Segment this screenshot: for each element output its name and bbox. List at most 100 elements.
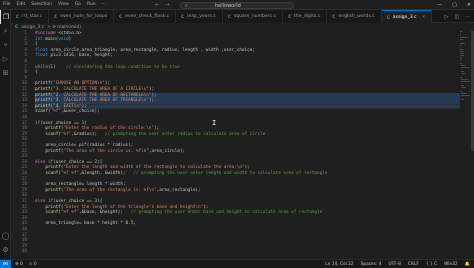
- tab-square-numbers[interactable]: Csquare_numbers.c: [222, 10, 284, 23]
- menu-item-go[interactable]: Go: [75, 1, 81, 9]
- title-bar: File Edit Selection View Go Run ··· ← → …: [0, 0, 474, 10]
- code-line[interactable]: scanf("%f %f",&length, &width); // promp…: [35, 171, 327, 177]
- minimap-line: [460, 43, 466, 44]
- minimap-line: [460, 63, 462, 64]
- run-debug-icon[interactable]: ▷: [0, 52, 11, 66]
- more-actions-icon[interactable]: ···: [465, 14, 470, 20]
- line-number-gutter: 1 2 3 4 5 6 7 8 9 10 11 12 13 14 15 16 17 18 19 20 21 22 23 24 2…: [11, 31, 27, 259]
- menu-item-file[interactable]: File: [3, 1, 11, 9]
- tab-label: the_digits.c: [294, 14, 321, 19]
- minimap-line: [460, 77, 463, 78]
- minimap-line: [461, 73, 466, 74]
- menu-item-view[interactable]: View: [58, 1, 69, 9]
- tab-label: even_num_for_loops: [60, 14, 108, 19]
- errors-count[interactable]: ⊗ 0: [15, 262, 23, 267]
- minimap-line: [460, 55, 465, 56]
- tab-label: english_words.c: [338, 14, 375, 19]
- menu-item-edit[interactable]: Edit: [17, 1, 26, 9]
- code-line[interactable]: scanf("%f",&radius); // prompting the us…: [35, 132, 265, 138]
- minimap-line: [460, 37, 468, 38]
- nav-arrows: ← →: [155, 1, 169, 9]
- minimap-line: [461, 79, 469, 80]
- tab-english-words[interactable]: Cenglish_words.c: [327, 10, 382, 23]
- code-line[interactable]: printf("The area of the rectangle is: %f…: [35, 188, 200, 194]
- menu-item-selection[interactable]: Selection: [31, 1, 52, 9]
- close-tab-icon[interactable]: ✕: [422, 15, 426, 20]
- menu-item-more[interactable]: ···: [102, 1, 106, 9]
- code-line[interactable]: float pi=3.1416, base, height;: [35, 53, 113, 59]
- explorer-icon[interactable]: ❐: [0, 10, 11, 24]
- language-mode[interactable]: { } C: [426, 262, 437, 267]
- settings-gear-icon[interactable]: ⚙: [0, 243, 11, 257]
- minimap-line: [460, 49, 463, 50]
- minimap-line: [460, 91, 463, 92]
- search-icon: ⌕: [185, 2, 188, 9]
- code-line[interactable]: scanf("%f %f",&base, &height); // prompt…: [35, 210, 322, 216]
- breadcrumb-symbol[interactable]: > ⊘ main(void): [47, 25, 81, 30]
- account-icon[interactable]: ◯: [0, 229, 11, 243]
- breadcrumb-file[interactable]: assign_3.c: [21, 25, 44, 30]
- tab-toolbar: ▷ ◫ ···: [445, 10, 470, 23]
- minimap-line: [461, 95, 470, 96]
- minimap-line: [460, 59, 463, 60]
- command-center-search[interactable]: ⌕ helloworld: [180, 1, 294, 9]
- code-line[interactable]: printf("The area of the circle is: %f\n"…: [35, 149, 185, 155]
- window-controls: — ▢ ✕: [437, 1, 471, 9]
- c-file-icon: C: [227, 14, 231, 19]
- tab-label: leap_years.c: [187, 14, 216, 19]
- minimap-line: [461, 71, 465, 72]
- code-line[interactable]: scanf("%f",&user_choice);: [35, 109, 100, 115]
- c-file-icon: C: [386, 14, 390, 20]
- warnings-count[interactable]: ⚠ 0: [29, 262, 37, 267]
- forward-arrow-icon[interactable]: →: [165, 1, 169, 9]
- search-view-icon[interactable]: ⌕: [0, 24, 11, 38]
- code-line[interactable]: int main(void): [35, 37, 71, 43]
- minimap[interactable]: [460, 31, 470, 259]
- code-line[interactable]: while(1) // considering the loop conditi…: [35, 65, 180, 71]
- notifications-bell-icon[interactable]: 🔔: [465, 262, 470, 267]
- minimap-line: [461, 67, 469, 68]
- indentation[interactable]: Spaces: 4: [361, 262, 382, 267]
- c-file-icon: C: [288, 14, 291, 19]
- maximize-button[interactable]: ▢: [452, 1, 457, 9]
- minimap-line: [460, 33, 462, 34]
- platform[interactable]: Win32: [444, 262, 458, 267]
- menu-item-run[interactable]: Run: [87, 1, 96, 9]
- close-button[interactable]: ✕: [467, 1, 471, 9]
- tab-assign-3[interactable]: Cassign_3.c ✕: [381, 10, 433, 23]
- minimap-line: [460, 51, 465, 52]
- tab-even-check-flask[interactable]: Ceven_check_flask.c: [114, 10, 177, 23]
- line-number: 40: [21, 249, 27, 255]
- breadcrumb-lang[interactable]: C: [15, 25, 18, 30]
- source-control-icon[interactable]: ⑂: [0, 38, 11, 52]
- code-line[interactable]: {: [35, 70, 38, 76]
- tab-label: assign_3.c: [392, 14, 417, 20]
- minimap-line: [461, 93, 467, 94]
- c-file-icon: C: [332, 14, 336, 19]
- tab-label: rrt_star.c: [21, 14, 43, 19]
- c-file-icon: C: [181, 14, 185, 19]
- code-editor[interactable]: 1 2 3 4 5 6 7 8 9 10 11 12 13 14 15 16 17 18 19 20 21 22 23 24 2…: [11, 31, 474, 259]
- status-bar: ⋈ ⊗ 0 ⚠ 0 Ln 14, Col 22 Spaces: 4 UTF-8 …: [0, 259, 474, 268]
- encoding[interactable]: UTF-8: [389, 262, 402, 267]
- remote-indicator-icon[interactable]: ⋈: [0, 259, 11, 268]
- minimap-line: [460, 53, 465, 54]
- tab-even-num-for-loops[interactable]: Ceven_num_for_loops: [49, 10, 115, 23]
- mouse-cursor-icon: I: [212, 119, 217, 127]
- minimap-line: [461, 99, 465, 100]
- tab-leap-years[interactable]: Cleap_years.c: [176, 10, 223, 23]
- line-ending[interactable]: CRLF: [408, 262, 419, 267]
- run-code-icon[interactable]: ▷: [445, 14, 449, 20]
- extensions-icon[interactable]: ⊞: [0, 66, 11, 80]
- split-editor-icon[interactable]: ◫: [454, 14, 459, 20]
- code-line[interactable]: area_triangle= base * height * 0.5;: [35, 221, 136, 227]
- code-area[interactable]: #include <stdio.h> int main(void){float a…: [35, 31, 460, 259]
- tab-label: even_check_flask.c: [125, 14, 170, 19]
- tab-rrt-star[interactable]: Crrt_star.c: [11, 10, 50, 23]
- back-arrow-icon[interactable]: ←: [155, 1, 159, 9]
- editor-tabs: Crrt_star.c Ceven_num_for_loops Ceven_ch…: [11, 10, 474, 23]
- c-file-icon: C: [119, 14, 123, 19]
- cursor-position[interactable]: Ln 14, Col 22: [325, 262, 353, 267]
- minimize-button[interactable]: —: [437, 1, 442, 9]
- tab-the-digits[interactable]: Cthe_digits.c: [283, 10, 328, 23]
